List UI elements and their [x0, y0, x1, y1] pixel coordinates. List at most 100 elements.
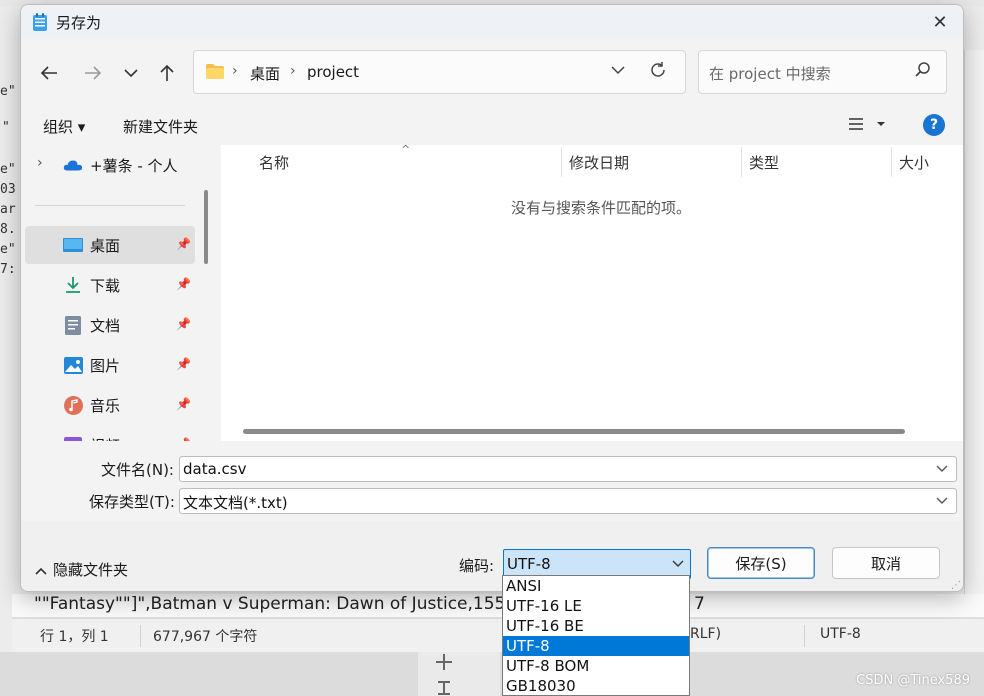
text-line-content: ""Fantasy""]",Batman v Superman: Dawn of… — [34, 594, 506, 614]
pin-icon: 📌 — [176, 277, 191, 291]
background-window-edge — [964, 50, 984, 610]
column-header-modified[interactable]: 修改日期 — [569, 145, 739, 179]
save-button-label: 保存(S) — [735, 554, 787, 573]
pin-icon: 📌 — [176, 397, 191, 411]
sidebar-item-documents[interactable]: 文档 📌 — [25, 306, 195, 344]
list-view-icon — [849, 118, 885, 130]
save-fields: 文件名(N): data.csv 保存类型(T): 文本文档(*.txt) — [21, 441, 963, 521]
resize-grip-icon[interactable]: ⋰ — [951, 580, 961, 591]
breadcrumb-project[interactable]: project — [307, 63, 359, 81]
sidebar-item-label: +薯条 - 个人 — [90, 156, 178, 175]
chevron-down-icon — [611, 66, 625, 75]
chevron-down-icon[interactable] — [936, 462, 948, 476]
empty-results-message: 没有与搜索条件匹配的项。 — [510, 199, 691, 217]
forward-button[interactable] — [79, 61, 107, 85]
dialog-title: 另存为 — [56, 14, 102, 32]
status-divider — [140, 625, 141, 647]
recent-locations-button[interactable] — [117, 61, 145, 85]
filetype-select[interactable]: 文本文档(*.txt) — [179, 488, 957, 514]
help-icon: ? — [929, 117, 939, 133]
horizontal-scrollbar[interactable] — [243, 429, 905, 434]
status-char-count: 677,967 个字符 — [153, 629, 258, 645]
status-position: 行 1，列 1 — [40, 629, 109, 645]
breadcrumb-desktop[interactable]: 桌面 — [250, 63, 280, 84]
new-folder-button[interactable]: 新建文件夹 — [123, 116, 198, 137]
navigation-pane: › +薯条 - 个人 桌面 📌 下载 📌 文档 📌 图片 📌 音乐 📌 — [21, 145, 221, 441]
filename-value: data.csv — [183, 460, 247, 478]
text-fragment: e" — [0, 162, 16, 177]
status-divider — [804, 625, 805, 647]
text-line-end: 7 — [694, 594, 705, 614]
hide-folders-label: 隐藏文件夹 — [53, 561, 129, 579]
sidebar-item-videos[interactable]: 视频 📌 — [25, 426, 195, 441]
column-header-type[interactable]: 类型 — [749, 145, 889, 179]
download-icon — [63, 275, 83, 295]
encoding-option-utf8[interactable]: UTF-8 — [503, 636, 689, 656]
cancel-button-label: 取消 — [870, 554, 901, 573]
column-label: 大小 — [899, 153, 930, 172]
column-label: 名称 — [259, 153, 290, 172]
save-button[interactable]: 保存(S) — [707, 547, 815, 579]
search-box[interactable]: 在 project 中搜索 — [698, 50, 947, 94]
move-icon — [436, 654, 452, 670]
view-options-button[interactable] — [847, 116, 887, 136]
background-text-fragments: e" " e" 03 ar 8. e" 7: — [0, 40, 22, 300]
text-fragment: 8. — [0, 222, 16, 237]
sidebar-item-onedrive[interactable]: › +薯条 - 个人 — [25, 146, 195, 184]
column-label: 修改日期 — [569, 153, 630, 172]
sidebar-item-pictures[interactable]: 图片 📌 — [25, 346, 195, 384]
filetype-value: 文本文档(*.txt) — [183, 494, 288, 512]
encoding-option-ansi[interactable]: ANSI — [503, 576, 689, 596]
breadcrumb-separator-icon: › — [232, 63, 238, 79]
dialog-titlebar[interactable]: 另存为 ✕ — [21, 5, 963, 39]
up-button[interactable] — [153, 61, 181, 85]
pictures-icon — [63, 355, 83, 375]
status-line-ending: RLF) — [690, 626, 722, 642]
sidebar-item-music[interactable]: 音乐 📌 — [25, 386, 195, 424]
back-button[interactable] — [35, 61, 63, 85]
arrow-left-icon — [40, 66, 57, 80]
encoding-option-utf16be[interactable]: UTF-16 BE — [503, 616, 689, 636]
search-icon — [915, 62, 930, 77]
column-divider[interactable] — [741, 147, 742, 177]
folder-icon — [206, 64, 224, 79]
column-divider[interactable] — [561, 147, 562, 177]
music-icon — [63, 395, 83, 415]
expand-chevron-icon[interactable]: › — [37, 155, 43, 171]
column-header-size[interactable]: 大小 — [899, 145, 959, 179]
organize-menu[interactable]: 组织 ▾ — [43, 116, 85, 137]
arrow-up-icon — [160, 64, 174, 81]
address-history-dropdown[interactable] — [611, 63, 625, 79]
hide-folders-toggle[interactable]: 隐藏文件夹 — [35, 559, 128, 580]
sidebar-item-label: 文档 — [90, 316, 121, 335]
sidebar-divider — [35, 205, 185, 206]
column-divider[interactable] — [891, 147, 892, 177]
sidebar-item-downloads[interactable]: 下载 📌 — [25, 266, 195, 304]
sidebar-item-desktop[interactable]: 桌面 📌 — [25, 226, 195, 264]
encoding-option-utf8bom[interactable]: UTF-8 BOM — [503, 656, 689, 676]
close-button[interactable]: ✕ — [917, 5, 963, 39]
encoding-option-gb18030[interactable]: GB18030 — [503, 676, 689, 696]
encoding-option-utf16le[interactable]: UTF-16 LE — [503, 596, 689, 616]
chevron-up-icon — [35, 567, 47, 575]
chevron-down-icon — [124, 69, 138, 78]
navigation-pane-scrollbar[interactable] — [204, 190, 208, 264]
sidebar-item-label: 下载 — [90, 276, 121, 295]
sidebar-item-label: 图片 — [90, 356, 121, 375]
encoding-label: 编码: — [459, 557, 495, 575]
watermark: CSDN @Tinex589 — [856, 673, 970, 688]
save-as-dialog: 另存为 ✕ › 桌面 › project 在 project 中搜索 组织 ▾ … — [20, 4, 964, 592]
chevron-down-icon[interactable] — [936, 494, 948, 508]
cancel-button[interactable]: 取消 — [832, 547, 940, 579]
encoding-dropdown-list: ANSI UTF-16 LE UTF-16 BE UTF-8 UTF-8 BOM… — [502, 575, 690, 696]
refresh-button[interactable] — [649, 61, 667, 84]
address-bar[interactable]: › 桌面 › project — [193, 50, 686, 94]
sidebar-item-label: 桌面 — [90, 236, 121, 255]
desktop-icon — [63, 235, 83, 255]
text-fragment: ar — [0, 202, 16, 217]
background-panel — [418, 652, 500, 696]
column-header-name[interactable]: 名称 — [259, 145, 559, 179]
filename-field[interactable]: data.csv — [179, 456, 957, 482]
help-button[interactable]: ? — [923, 114, 945, 136]
pin-icon: 📌 — [176, 317, 191, 331]
